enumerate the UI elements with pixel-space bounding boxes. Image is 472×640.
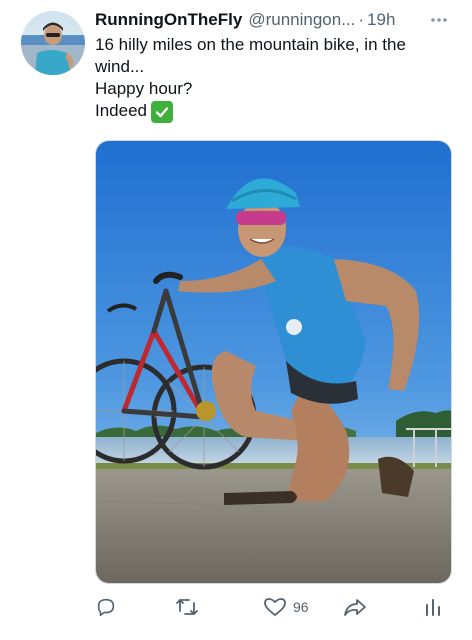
separator-dot: · [358,10,365,29]
tweet-text-line-1: 16 hilly miles on the mountain bike, in … [95,35,406,76]
tweet-photo[interactable] [95,140,452,584]
photo-illustration [96,141,451,583]
avatar[interactable] [21,11,85,75]
analytics-icon [423,596,443,618]
tweet-text-line-2: Happy hour? [95,79,193,98]
tweet-text-line-3: Indeed [95,100,455,123]
retweet-button[interactable] [175,592,205,622]
display-name[interactable]: RunningOnTheFly [95,10,242,30]
timestamp[interactable]: 19h [367,10,395,30]
tweet-text-word: Indeed [95,101,147,120]
like-count: 96 [293,599,309,615]
share-icon [343,596,367,618]
tweet-actions: 96 [95,592,455,622]
user-handle[interactable]: @runningon... [248,10,355,30]
more-options-button[interactable] [424,8,454,30]
share-button[interactable] [343,592,373,622]
more-horizontal-icon [430,10,448,28]
like-button[interactable]: 96 [263,592,309,622]
reply-button[interactable] [95,592,123,622]
retweet-icon [175,596,199,618]
tweet-text: 16 hilly miles on the mountain bike, in … [95,34,455,123]
heart-icon [263,596,287,618]
check-mark-icon [151,101,173,123]
reply-icon [95,596,117,618]
analytics-button[interactable] [423,592,443,622]
tweet-header: RunningOnTheFly @runningon... · 19h [95,8,455,32]
